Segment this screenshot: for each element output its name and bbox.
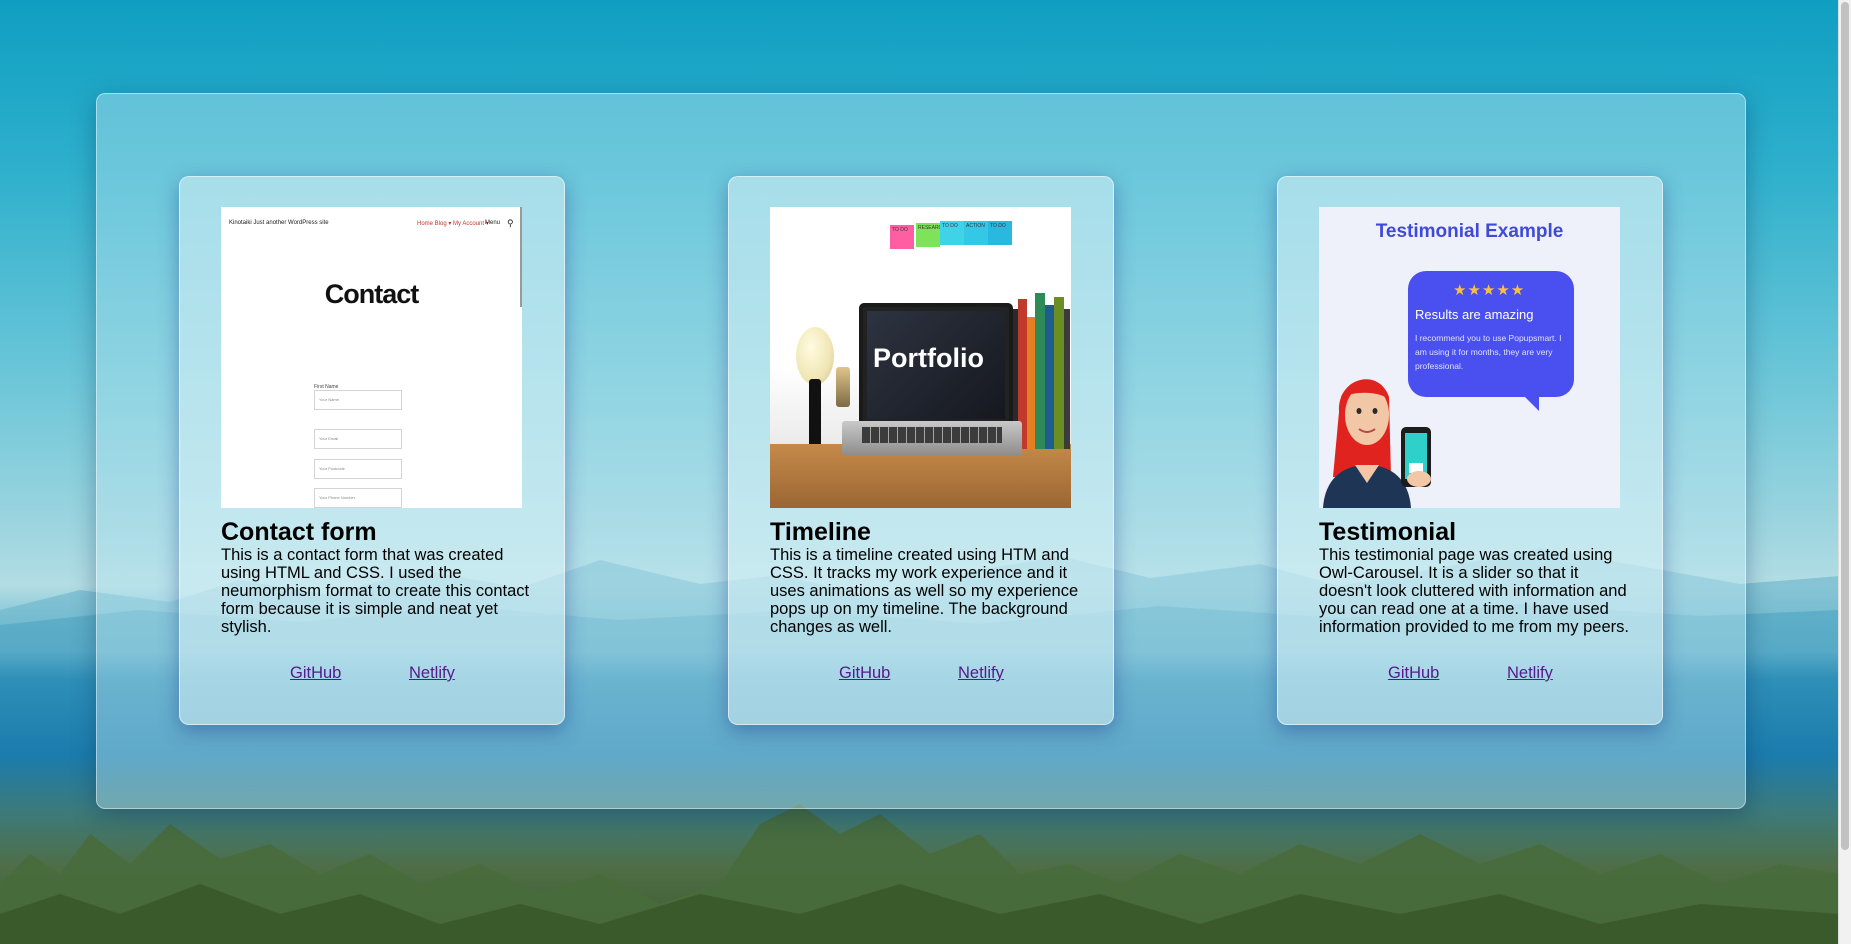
sticky-note: TO DO	[988, 221, 1012, 245]
laptop-screen: Portfolio	[859, 303, 1013, 427]
project-title: Testimonial	[1319, 518, 1457, 546]
project-thumbnail-contact: Kinotaiki Just another WordPress site Ho…	[221, 207, 522, 508]
thumbnail-menu-label: Menu	[485, 220, 501, 226]
github-link[interactable]: GitHub	[1388, 664, 1439, 683]
sticky-note: TO DO	[890, 225, 914, 249]
project-description: This is a contact form that was created …	[221, 546, 530, 636]
bubble-heading: Results are amazing	[1415, 307, 1534, 322]
netlify-link[interactable]: Netlify	[409, 664, 455, 683]
thumbnail-field-name: Your Name	[314, 390, 402, 410]
woman-with-phone-illustration	[1323, 379, 1431, 508]
project-card-testimonial: Testimonial Example ★★★★★ Results are am…	[1277, 176, 1663, 725]
project-description: This is a timeline created using HTM and…	[770, 546, 1079, 636]
project-title: Timeline	[770, 518, 871, 546]
thumbnail-testimonial-title: Testimonial Example	[1375, 221, 1564, 242]
portfolio-screen-text: Portfolio	[873, 343, 984, 373]
netlify-link[interactable]: Netlify	[958, 664, 1004, 683]
contact-page-screenshot: Kinotaiki Just another WordPress site Ho…	[221, 207, 522, 508]
thumbnail-field-postcode: Your Postcode	[314, 459, 402, 479]
project-links: GitHub Netlify	[1278, 664, 1662, 686]
project-card-timeline: TO DO RESEARCH TO DO ACTION TO DO Portfo…	[728, 176, 1114, 725]
desk-lamp	[796, 327, 834, 385]
project-links: GitHub Netlify	[729, 664, 1113, 686]
thumbnail-site-logo: Kinotaiki Just another WordPress site	[229, 220, 329, 226]
page-background: Kinotaiki Just another WordPress site Ho…	[0, 0, 1851, 944]
project-thumbnail-timeline: TO DO RESEARCH TO DO ACTION TO DO Portfo…	[770, 207, 1071, 508]
thumbnail-contact-heading: Contact	[324, 279, 420, 309]
sticky-note: RESEARCH	[916, 223, 946, 247]
github-link[interactable]: GitHub	[839, 664, 890, 683]
portfolio-desk-photo: TO DO RESEARCH TO DO ACTION TO DO Portfo…	[770, 207, 1071, 508]
hourglass	[836, 367, 850, 407]
sticky-note: TO DO	[940, 221, 964, 245]
vertical-scrollbar[interactable]	[1838, 0, 1851, 944]
testimonial-illustration: Testimonial Example ★★★★★ Results are am…	[1319, 207, 1620, 508]
search-icon: ⚲	[507, 218, 514, 228]
rating-stars-icon: ★★★★★	[1453, 282, 1526, 299]
thumbnail-field-phone: Your Phone Number	[314, 488, 402, 508]
project-description: This testimonial page was created using …	[1319, 546, 1629, 636]
thumbnail-field-email: Your Email	[314, 429, 402, 449]
sticky-note: ACTION	[964, 221, 988, 245]
project-title: Contact form	[221, 518, 377, 546]
netlify-link[interactable]: Netlify	[1507, 664, 1553, 683]
thumbnail-nav: Home Blog ▾ My Account ▾	[417, 221, 489, 227]
project-thumbnail-testimonial: Testimonial Example ★★★★★ Results are am…	[1319, 207, 1620, 508]
project-card-contact-form: Kinotaiki Just another WordPress site Ho…	[179, 176, 565, 725]
scrollbar-thumb[interactable]	[1841, 2, 1849, 850]
github-link[interactable]: GitHub	[290, 664, 341, 683]
project-links: GitHub Netlify	[180, 664, 564, 686]
